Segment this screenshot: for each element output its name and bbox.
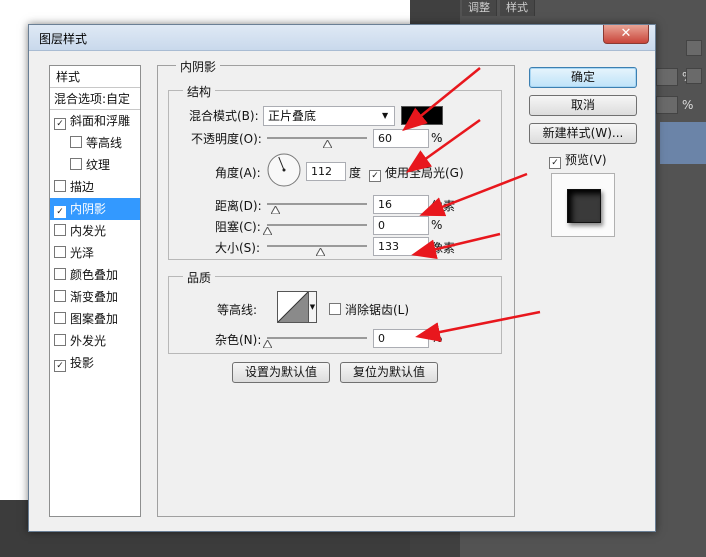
annotation-arrow-size — [411, 232, 501, 260]
annotation-arrow-distance — [419, 172, 528, 217]
annotation-arrow-noise — [415, 310, 541, 342]
annotation-arrows — [402, 67, 541, 342]
annotation-arrow-opacity — [402, 67, 481, 132]
annotation-arrow-global-light — [405, 118, 481, 173]
